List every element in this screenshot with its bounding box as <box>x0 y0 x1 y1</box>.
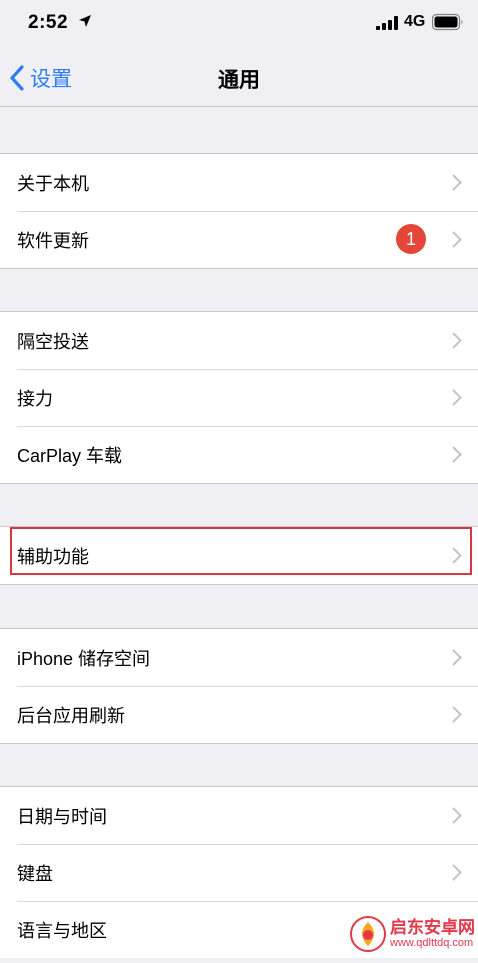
chevron-right-icon <box>452 332 462 349</box>
navigation-bar: 设置 通用 <box>0 48 478 107</box>
status-time: 2:52 <box>28 12 69 33</box>
location-arrow-icon <box>79 15 91 27</box>
chevron-right-icon <box>452 807 462 824</box>
watermark-logo-icon <box>350 916 386 952</box>
row-label: CarPlay 车载 <box>17 445 123 466</box>
page-title: 通用 <box>218 69 260 92</box>
row-keyboard[interactable]: 键盘 <box>0 844 478 901</box>
row-label: 接力 <box>17 388 53 409</box>
row-iphone-storage[interactable]: iPhone 储存空间 <box>0 629 478 686</box>
watermark: 启东安卓网 www.qdlttdq.com <box>350 916 475 952</box>
signal-bars-icon <box>376 16 398 30</box>
row-label: 软件更新 <box>17 230 89 251</box>
row-label: 语言与地区 <box>17 920 107 941</box>
battery-icon <box>432 13 463 31</box>
network-type: 4G <box>404 13 426 30</box>
chevron-right-icon <box>452 389 462 406</box>
row-handoff[interactable]: 接力 <box>0 369 478 426</box>
row-label: 隔空投送 <box>17 331 89 352</box>
row-software-update[interactable]: 软件更新 1 <box>0 211 478 268</box>
row-label: 日期与时间 <box>17 806 107 827</box>
chevron-right-icon <box>452 547 462 564</box>
row-accessibility[interactable]: 辅助功能 <box>0 527 478 584</box>
settings-group-storage: iPhone 储存空间 后台应用刷新 <box>0 628 478 744</box>
chevron-right-icon <box>452 649 462 666</box>
row-background-refresh[interactable]: 后台应用刷新 <box>0 686 478 743</box>
settings-group-accessibility: 辅助功能 <box>0 526 478 585</box>
watermark-url: www.qdlttdq.com <box>390 937 474 950</box>
watermark-name: 启东安卓网 <box>390 917 475 937</box>
row-label: 关于本机 <box>17 173 89 194</box>
settings-group-about: 关于本机 软件更新 1 <box>0 153 478 269</box>
row-label: 辅助功能 <box>17 546 89 567</box>
row-label: iPhone 储存空间 <box>17 648 151 669</box>
row-carplay[interactable]: CarPlay 车载 <box>0 426 478 483</box>
status-bar: 2:52 4G <box>0 0 478 48</box>
chevron-right-icon <box>452 864 462 881</box>
row-label: 键盘 <box>17 863 53 884</box>
chevron-right-icon <box>452 231 462 248</box>
chevron-right-icon <box>452 446 462 463</box>
update-count-badge: 1 <box>396 224 426 254</box>
chevron-right-icon <box>452 706 462 723</box>
row-airdrop[interactable]: 隔空投送 <box>0 312 478 369</box>
settings-group-connectivity: 隔空投送 接力 CarPlay 车载 <box>0 311 478 484</box>
row-label: 后台应用刷新 <box>17 705 125 726</box>
chevron-right-icon <box>452 174 462 191</box>
row-date-time[interactable]: 日期与时间 <box>0 787 478 844</box>
row-about[interactable]: 关于本机 <box>0 154 478 211</box>
